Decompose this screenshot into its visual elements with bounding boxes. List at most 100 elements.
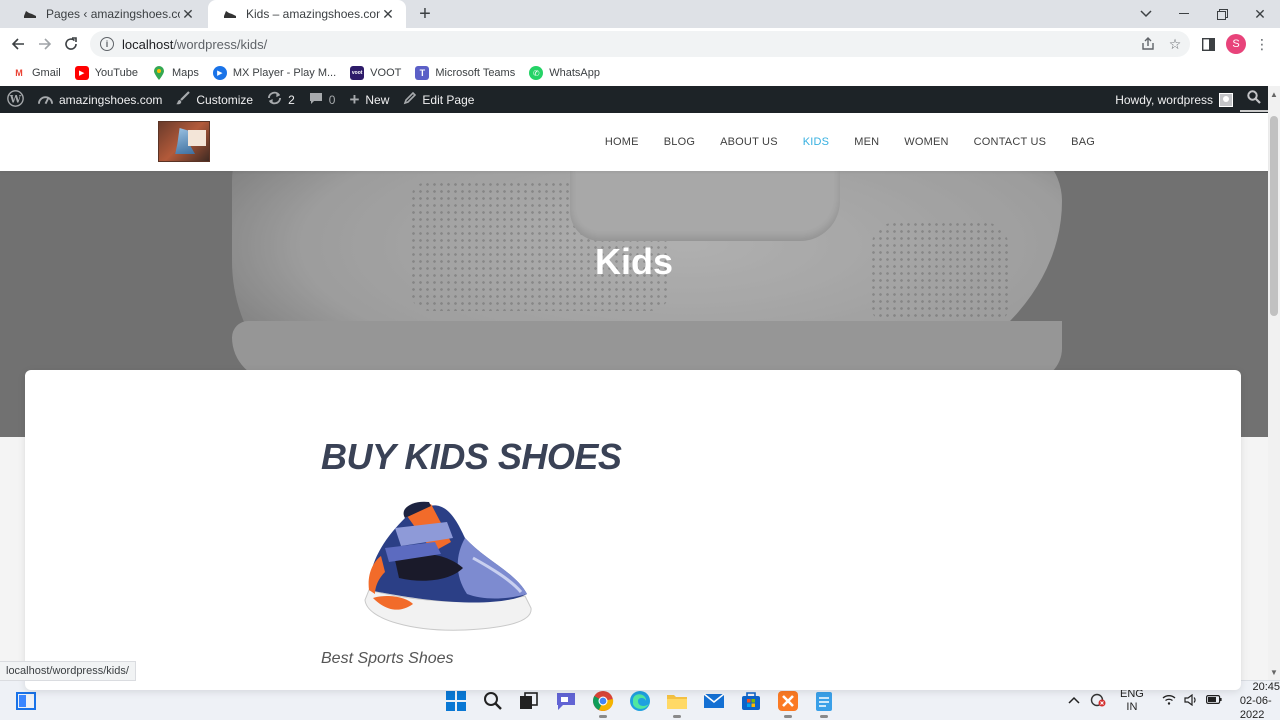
- back-arrow-icon[interactable]: [6, 32, 30, 56]
- admin-customize-label: Customize: [196, 92, 254, 107]
- bookmark-label: WhatsApp: [549, 67, 600, 79]
- kebab-menu-icon[interactable]: ⋮: [1254, 36, 1270, 52]
- nav-kids[interactable]: KIDS: [803, 136, 829, 148]
- gmail-icon: M: [15, 68, 23, 78]
- network-disconnected-icon[interactable]: [1090, 693, 1106, 710]
- tab-pages[interactable]: Pages ‹ amazingshoes.com — W ✕: [8, 0, 206, 28]
- admin-updates[interactable]: 2: [260, 86, 302, 113]
- clock-date: 02-06-2022: [1239, 695, 1272, 720]
- nav-about-us[interactable]: ABOUT US: [720, 136, 778, 148]
- xampp-icon[interactable]: [776, 689, 800, 718]
- admin-customize[interactable]: Customize: [169, 86, 260, 113]
- notepad-icon[interactable]: [812, 689, 836, 718]
- nav-bag[interactable]: BAG: [1071, 136, 1095, 148]
- admin-new[interactable]: + New: [342, 86, 396, 113]
- nav-contact-us[interactable]: CONTACT US: [974, 136, 1047, 148]
- language-indicator[interactable]: ENG IN: [1120, 688, 1144, 714]
- nav-men[interactable]: MEN: [854, 136, 879, 148]
- battery-icon[interactable]: [1205, 695, 1222, 707]
- reload-icon[interactable]: [59, 32, 83, 56]
- task-view-icon[interactable]: [517, 689, 541, 713]
- kids-shoe-product-image[interactable]: [355, 498, 535, 638]
- site-logo[interactable]: [158, 121, 210, 162]
- voot-icon: voot: [350, 66, 365, 80]
- tab-title: Pages ‹ amazingshoes.com — W: [46, 7, 180, 21]
- microsoft-store-icon[interactable]: [739, 689, 763, 713]
- product-caption: Best Sports Shoes: [321, 650, 454, 667]
- shoe-favicon-icon: [222, 6, 238, 22]
- search-icon[interactable]: [481, 689, 505, 713]
- volume-icon[interactable]: [1184, 693, 1198, 709]
- minimize-icon[interactable]: [1165, 0, 1203, 28]
- logo-tag-graphic: [188, 130, 206, 146]
- bookmark-label: YouTube: [94, 67, 138, 79]
- restore-icon[interactable]: [1203, 0, 1241, 28]
- scroll-down-arrow-icon[interactable]: ▼: [1268, 666, 1280, 678]
- tab-search-chevron-icon[interactable]: [1127, 0, 1165, 28]
- bookmark-star-icon[interactable]: ☆: [1167, 36, 1183, 52]
- forward-arrow-icon[interactable]: [33, 32, 57, 56]
- bookmark-mx-player[interactable]: ▶ MX Player - Play M...: [212, 66, 337, 80]
- profile-avatar[interactable]: S: [1226, 34, 1246, 54]
- mail-icon[interactable]: [702, 689, 726, 713]
- bookmark-teams[interactable]: T Microsoft Teams: [415, 66, 515, 80]
- admin-site-name[interactable]: amazingshoes.com: [31, 86, 169, 113]
- bookmark-whatsapp[interactable]: ✆ WhatsApp: [529, 66, 600, 80]
- widgets-icon[interactable]: [14, 689, 38, 713]
- admin-search[interactable]: [1240, 87, 1268, 112]
- chevron-up-icon[interactable]: [1068, 695, 1080, 707]
- tab-title: Kids – amazingshoes.com: [246, 7, 380, 21]
- url-text: localhost/wordpress/kids/: [122, 36, 268, 52]
- content-heading: BUY KIDS SHOES: [321, 436, 622, 477]
- tab-kids[interactable]: Kids – amazingshoes.com ✕: [208, 0, 406, 28]
- tab-close-icon[interactable]: ✕: [380, 6, 396, 22]
- wifi-icon[interactable]: [1162, 694, 1176, 708]
- clock[interactable]: 20:45 02-06-2022: [1240, 680, 1280, 720]
- browser-toolbar: i localhost/wordpress/kids/ ☆ ⋮: [0, 28, 1280, 60]
- tab-close-icon[interactable]: ✕: [180, 6, 196, 22]
- file-explorer-icon[interactable]: [665, 689, 689, 718]
- side-panel-icon[interactable]: [1200, 36, 1216, 52]
- bookmark-label: Gmail: [32, 67, 61, 79]
- page-title: Kids: [594, 241, 673, 282]
- updates-count: 2: [288, 92, 295, 107]
- nav-blog[interactable]: BLOG: [664, 136, 695, 148]
- address-bar[interactable]: i localhost/wordpress/kids/: [90, 31, 1190, 57]
- admin-my-account[interactable]: Howdy, wordpress: [1108, 86, 1240, 113]
- nav-women[interactable]: WOMEN: [904, 136, 948, 148]
- clock-time: 20:45: [1252, 681, 1280, 693]
- edge-icon[interactable]: [628, 689, 652, 713]
- site-header: HOME BLOG ABOUT US KIDS MEN WOMEN CONTAC…: [0, 113, 1268, 171]
- region-code: IN: [1126, 701, 1138, 713]
- windows-start-icon[interactable]: [444, 689, 468, 713]
- admin-edit-page-label: Edit Page: [422, 92, 475, 107]
- chrome-icon[interactable]: [591, 689, 615, 718]
- scroll-up-arrow-icon[interactable]: ▲: [1268, 88, 1280, 100]
- shoe-favicon-icon: [22, 6, 38, 22]
- bookmark-label: MX Player - Play M...: [232, 67, 337, 79]
- bookmark-youtube[interactable]: ▶ YouTube: [74, 66, 138, 80]
- wp-logo-menu[interactable]: W: [0, 86, 31, 113]
- search-icon: [1247, 90, 1261, 107]
- scrollbar-thumb[interactable]: [1270, 116, 1278, 316]
- status-bubble-url: localhost/wordpress/kids/: [0, 661, 136, 681]
- bookmark-gmail[interactable]: M Gmail: [12, 66, 61, 80]
- whatsapp-icon: ✆: [529, 66, 544, 80]
- admin-comments[interactable]: 0: [302, 86, 343, 113]
- chat-icon[interactable]: [554, 689, 578, 713]
- teams-icon: T: [415, 66, 430, 80]
- share-icon[interactable]: [1140, 36, 1156, 52]
- window-close-icon[interactable]: ✕: [1241, 0, 1279, 28]
- page-scrollbar[interactable]: ▲ ▼: [1268, 86, 1280, 680]
- site-info-icon[interactable]: i: [100, 37, 114, 51]
- nav-home[interactable]: HOME: [605, 136, 639, 148]
- comments-count: 0: [328, 92, 336, 107]
- brush-icon: [176, 91, 191, 108]
- pencil-icon: [403, 91, 417, 108]
- new-tab-button[interactable]: +: [414, 3, 436, 25]
- admin-edit-page[interactable]: Edit Page: [396, 86, 481, 113]
- dashboard-icon: [38, 92, 53, 108]
- primary-nav: HOME BLOG ABOUT US KIDS MEN WOMEN CONTAC…: [580, 113, 1095, 171]
- bookmark-voot[interactable]: voot VOOT: [350, 66, 401, 80]
- bookmark-maps[interactable]: Maps: [152, 66, 199, 80]
